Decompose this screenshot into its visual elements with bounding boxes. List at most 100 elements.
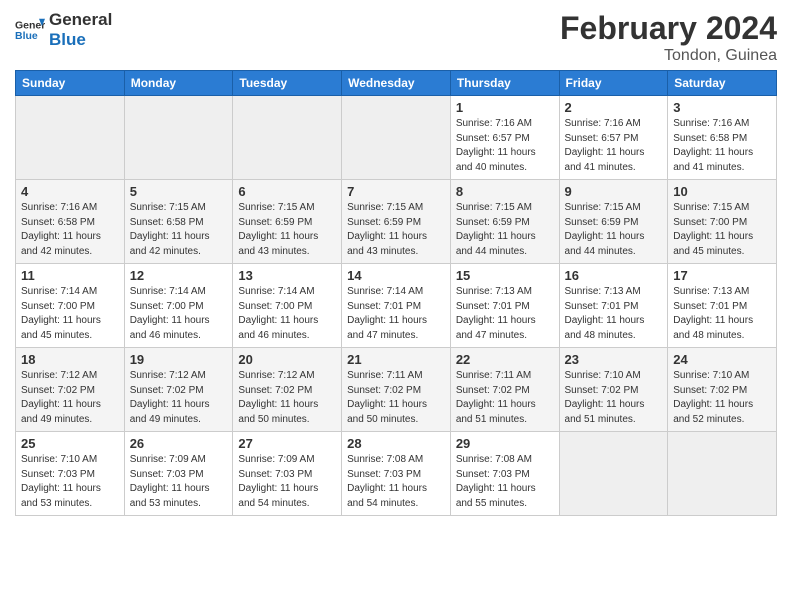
calendar-cell: 11 Sunrise: 7:14 AM Sunset: 7:00 PM Dayli… <box>16 264 125 348</box>
day-number: 7 <box>347 184 445 199</box>
calendar-cell: 28Sunrise: 7:08 AM Sunset: 7:03 PM Dayli… <box>342 432 451 516</box>
column-header-tuesday: Tuesday <box>233 71 342 96</box>
calendar-week-4: 18 Sunrise: 7:12 AM Sunset: 7:02 PM Dayli… <box>16 348 777 432</box>
day-number: 29 <box>456 436 554 451</box>
day-info: Sunrise: 7:12 AM Sunset: 7:02 PM Dayligh… <box>21 369 119 427</box>
calendar-cell: 22Sunrise: 7:11 AM Sunset: 7:02 PM Dayli… <box>450 348 559 432</box>
day-info: Sunrise: 7:15 AM Sunset: 6:59 PM Dayligh… <box>456 201 554 259</box>
day-info: Sunrise: 7:09 AM Sunset: 7:03 PM Dayligh… <box>238 453 336 511</box>
day-number: 9 <box>565 184 663 199</box>
day-number: 18 <box>21 352 119 367</box>
day-number: 20 <box>238 352 336 367</box>
calendar-cell <box>233 96 342 180</box>
calendar-week-2: 4Sunrise: 7:16 AM Sunset: 6:58 PM Daylig… <box>16 180 777 264</box>
day-number: 10 <box>673 184 771 199</box>
location: Tondon, Guinea <box>560 47 777 65</box>
calendar-cell <box>668 432 777 516</box>
day-number: 27 <box>238 436 336 451</box>
calendar-cell: 29 Sunrise: 7:08 AM Sunset: 7:03 PM Dayli… <box>450 432 559 516</box>
calendar-cell: 1 Sunrise: 7:16 AM Sunset: 6:57 PM Daylig… <box>450 96 559 180</box>
day-number: 4 <box>21 184 119 199</box>
calendar-header-row: SundayMondayTuesdayWednesdayThursdayFrid… <box>16 71 777 96</box>
calendar-cell: 26 Sunrise: 7:09 AM Sunset: 7:03 PM Dayli… <box>124 432 233 516</box>
calendar-cell: 7Sunrise: 7:15 AM Sunset: 6:59 PM Daylig… <box>342 180 451 264</box>
day-info: Sunrise: 7:15 AM Sunset: 7:00 PM Dayligh… <box>673 201 771 259</box>
day-number: 13 <box>238 268 336 283</box>
logo: General Blue General Blue <box>15 10 112 51</box>
day-info: Sunrise: 7:14 AM Sunset: 7:00 PM Dayligh… <box>21 285 119 343</box>
calendar-cell: 17 Sunrise: 7:13 AM Sunset: 7:01 PM Dayli… <box>668 264 777 348</box>
calendar-cell <box>16 96 125 180</box>
day-number: 16 <box>565 268 663 283</box>
page-header: General Blue General Blue February 2024 … <box>15 10 777 65</box>
day-info: Sunrise: 7:08 AM Sunset: 7:03 PM Dayligh… <box>347 453 445 511</box>
day-number: 21 <box>347 352 445 367</box>
calendar-cell: 16 Sunrise: 7:13 AM Sunset: 7:01 PM Dayli… <box>559 264 668 348</box>
calendar-cell: 9 Sunrise: 7:15 AM Sunset: 6:59 PM Daylig… <box>559 180 668 264</box>
day-number: 17 <box>673 268 771 283</box>
calendar-cell: 2 Sunrise: 7:16 AM Sunset: 6:57 PM Daylig… <box>559 96 668 180</box>
column-header-thursday: Thursday <box>450 71 559 96</box>
calendar-cell: 18 Sunrise: 7:12 AM Sunset: 7:02 PM Dayli… <box>16 348 125 432</box>
logo-icon: General Blue <box>15 15 45 45</box>
day-number: 1 <box>456 100 554 115</box>
column-header-sunday: Sunday <box>16 71 125 96</box>
day-info: Sunrise: 7:12 AM Sunset: 7:02 PM Dayligh… <box>238 369 336 427</box>
calendar-week-1: 1 Sunrise: 7:16 AM Sunset: 6:57 PM Daylig… <box>16 96 777 180</box>
day-number: 3 <box>673 100 771 115</box>
day-number: 12 <box>130 268 228 283</box>
calendar-cell: 12 Sunrise: 7:14 AM Sunset: 7:00 PM Dayli… <box>124 264 233 348</box>
day-number: 15 <box>456 268 554 283</box>
day-number: 22 <box>456 352 554 367</box>
day-number: 6 <box>238 184 336 199</box>
calendar-cell: 21 Sunrise: 7:11 AM Sunset: 7:02 PM Dayli… <box>342 348 451 432</box>
calendar-cell: 5 Sunrise: 7:15 AM Sunset: 6:58 PM Daylig… <box>124 180 233 264</box>
day-number: 23 <box>565 352 663 367</box>
day-number: 2 <box>565 100 663 115</box>
calendar-cell <box>559 432 668 516</box>
day-info: Sunrise: 7:16 AM Sunset: 6:57 PM Dayligh… <box>456 117 554 175</box>
calendar-cell: 27 Sunrise: 7:09 AM Sunset: 7:03 PM Dayli… <box>233 432 342 516</box>
logo-text: General Blue <box>49 10 112 51</box>
calendar-table: SundayMondayTuesdayWednesdayThursdayFrid… <box>15 70 777 516</box>
day-number: 5 <box>130 184 228 199</box>
calendar-cell <box>342 96 451 180</box>
day-info: Sunrise: 7:11 AM Sunset: 7:02 PM Dayligh… <box>347 369 445 427</box>
calendar-cell: 20 Sunrise: 7:12 AM Sunset: 7:02 PM Dayli… <box>233 348 342 432</box>
calendar-cell <box>124 96 233 180</box>
day-number: 11 <box>21 268 119 283</box>
calendar-cell: 15Sunrise: 7:13 AM Sunset: 7:01 PM Dayli… <box>450 264 559 348</box>
day-info: Sunrise: 7:14 AM Sunset: 7:01 PM Dayligh… <box>347 285 445 343</box>
day-info: Sunrise: 7:16 AM Sunset: 6:57 PM Dayligh… <box>565 117 663 175</box>
calendar-cell: 14Sunrise: 7:14 AM Sunset: 7:01 PM Dayli… <box>342 264 451 348</box>
calendar-cell: 3 Sunrise: 7:16 AM Sunset: 6:58 PM Daylig… <box>668 96 777 180</box>
day-info: Sunrise: 7:12 AM Sunset: 7:02 PM Dayligh… <box>130 369 228 427</box>
day-number: 19 <box>130 352 228 367</box>
day-info: Sunrise: 7:14 AM Sunset: 7:00 PM Dayligh… <box>238 285 336 343</box>
day-info: Sunrise: 7:13 AM Sunset: 7:01 PM Dayligh… <box>565 285 663 343</box>
day-info: Sunrise: 7:09 AM Sunset: 7:03 PM Dayligh… <box>130 453 228 511</box>
calendar-cell: 19 Sunrise: 7:12 AM Sunset: 7:02 PM Dayli… <box>124 348 233 432</box>
calendar-cell: 6Sunrise: 7:15 AM Sunset: 6:59 PM Daylig… <box>233 180 342 264</box>
title-area: February 2024 Tondon, Guinea <box>560 10 777 65</box>
day-number: 25 <box>21 436 119 451</box>
calendar-cell: 25 Sunrise: 7:10 AM Sunset: 7:03 PM Dayli… <box>16 432 125 516</box>
column-header-wednesday: Wednesday <box>342 71 451 96</box>
calendar-cell: 13 Sunrise: 7:14 AM Sunset: 7:00 PM Dayli… <box>233 264 342 348</box>
day-info: Sunrise: 7:08 AM Sunset: 7:03 PM Dayligh… <box>456 453 554 511</box>
day-info: Sunrise: 7:10 AM Sunset: 7:03 PM Dayligh… <box>21 453 119 511</box>
day-number: 26 <box>130 436 228 451</box>
calendar-week-5: 25 Sunrise: 7:10 AM Sunset: 7:03 PM Dayli… <box>16 432 777 516</box>
day-info: Sunrise: 7:13 AM Sunset: 7:01 PM Dayligh… <box>673 285 771 343</box>
calendar-cell: 8 Sunrise: 7:15 AM Sunset: 6:59 PM Daylig… <box>450 180 559 264</box>
day-number: 8 <box>456 184 554 199</box>
day-info: Sunrise: 7:15 AM Sunset: 6:59 PM Dayligh… <box>565 201 663 259</box>
calendar-cell: 24Sunrise: 7:10 AM Sunset: 7:02 PM Dayli… <box>668 348 777 432</box>
svg-text:Blue: Blue <box>15 30 38 42</box>
day-info: Sunrise: 7:16 AM Sunset: 6:58 PM Dayligh… <box>673 117 771 175</box>
day-info: Sunrise: 7:15 AM Sunset: 6:58 PM Dayligh… <box>130 201 228 259</box>
day-number: 24 <box>673 352 771 367</box>
month-title: February 2024 <box>560 10 777 47</box>
day-info: Sunrise: 7:14 AM Sunset: 7:00 PM Dayligh… <box>130 285 228 343</box>
calendar-cell: 23Sunrise: 7:10 AM Sunset: 7:02 PM Dayli… <box>559 348 668 432</box>
